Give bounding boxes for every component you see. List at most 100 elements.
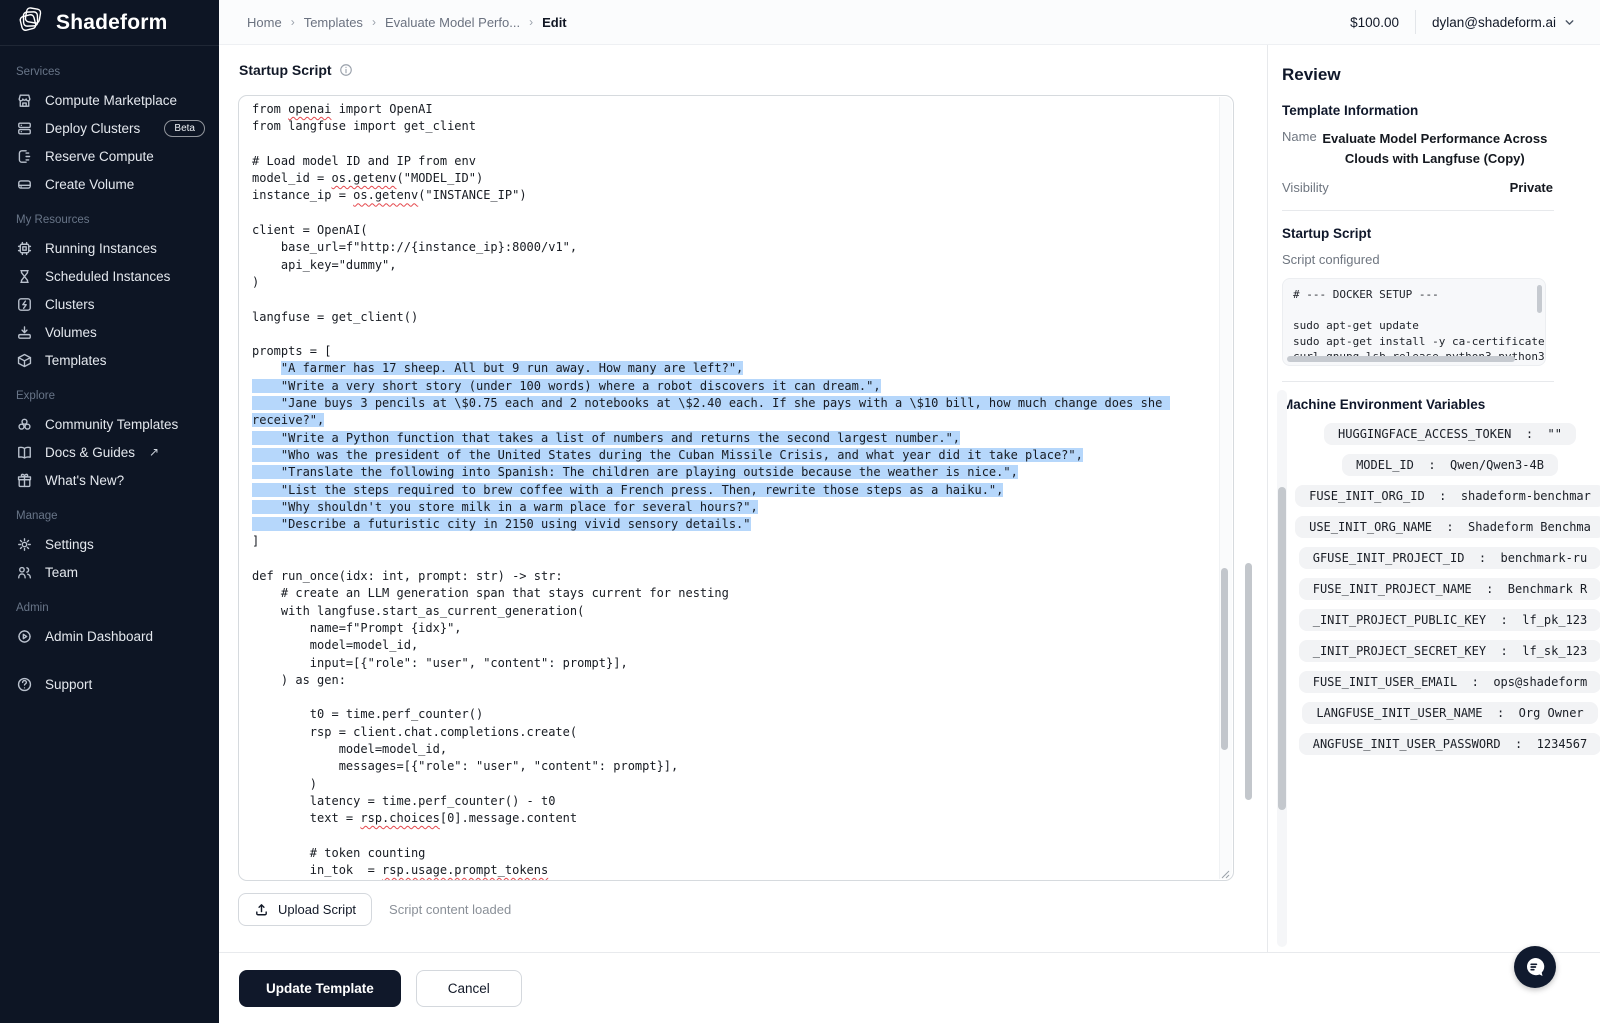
upload-script-button[interactable]: Upload Script [238, 893, 372, 926]
chevron-down-icon [1563, 16, 1576, 29]
sidebar-item-label: Scheduled Instances [45, 269, 170, 284]
code-content: from openai import OpenAI from langfuse … [239, 96, 1220, 881]
misspelled-token: os.getenv [353, 188, 418, 202]
sidebar-item-admin-dashboard[interactable]: Admin Dashboard [0, 622, 219, 650]
env-var-pill: LANGFUSE_INIT_USER_NAME : Org Owner [1302, 702, 1597, 724]
panel-divider [1282, 381, 1554, 382]
sidebar-item-label: Create Volume [45, 177, 134, 192]
sidebar-item-team[interactable]: Team [0, 558, 219, 586]
chat-button[interactable] [1514, 946, 1556, 988]
startup-script-title: Startup Script [239, 62, 353, 78]
team-icon [16, 564, 33, 581]
env-var-pill: _INIT_PROJECT_PUBLIC_KEY : lf_pk_123 [1299, 609, 1600, 631]
visibility-label: Visibility [1282, 180, 1329, 195]
upload-row: Upload Script Script content loaded [238, 893, 511, 926]
sidebar-item-clusters[interactable]: Clusters [0, 290, 219, 318]
sidebar: Shadeform ServicesCompute MarketplaceDep… [0, 0, 219, 1023]
sidebar-item-what-s-new[interactable]: What's New? [0, 466, 219, 494]
breadcrumb-templates[interactable]: Templates [304, 15, 363, 30]
sidebar-item-templates[interactable]: Templates [0, 346, 219, 374]
breadcrumb: Home›Templates›Evaluate Model Perfo...›E… [247, 15, 567, 30]
topbar: Home›Templates›Evaluate Model Perfo...›E… [219, 0, 1600, 45]
sidebar-section-manage: Manage [16, 510, 203, 522]
sidebar-item-settings[interactable]: Settings [0, 530, 219, 558]
template-name-row: Name Evaluate Model Performance Across C… [1282, 129, 1553, 168]
preview-horizontal-scrollbar-thumb[interactable] [1287, 356, 1515, 362]
sidebar-item-community-templates[interactable]: Community Templates [0, 410, 219, 438]
breadcrumb-home[interactable]: Home [247, 15, 282, 30]
sidebar-item-label: Admin Dashboard [45, 629, 153, 644]
panel-scrollbar-thumb[interactable] [1278, 487, 1286, 810]
panel-divider [1282, 210, 1554, 211]
account-balance: $100.00 [1350, 15, 1399, 30]
volume-download-icon [16, 324, 33, 341]
sidebar-item-support[interactable]: Support [0, 670, 219, 698]
review-title: Review [1282, 65, 1553, 85]
sidebar-item-label: Reserve Compute [45, 149, 154, 164]
sidebar-item-label: Support [45, 677, 92, 692]
sidebar-item-scheduled-instances[interactable]: Scheduled Instances [0, 262, 219, 290]
account-menu[interactable]: dylan@shadeform.ai [1432, 15, 1576, 30]
sidebar-section-explore: Explore [16, 390, 203, 402]
env-var-pill: FUSE_INIT_PROJECT_NAME : Benchmark R [1299, 578, 1600, 600]
cube-icon [16, 352, 33, 369]
sidebar-item-label: Volumes [45, 325, 97, 340]
template-name-label: Name [1282, 129, 1317, 168]
startup-script-heading: Startup Script [1282, 226, 1553, 241]
breadcrumb-separator: › [291, 15, 295, 29]
gift-icon [16, 472, 33, 489]
upload-button-label: Upload Script [278, 902, 356, 917]
script-preview-box[interactable]: # --- DOCKER SETUP --- sudo apt-get upda… [1282, 278, 1546, 366]
community-icon [16, 416, 33, 433]
preview-vertical-scrollbar-thumb[interactable] [1537, 285, 1542, 313]
env-var-pill: USE_INIT_ORG_NAME : Shadeform Benchma [1295, 516, 1600, 538]
sidebar-item-label: Deploy Clusters [45, 121, 140, 136]
upload-icon [254, 902, 269, 917]
server-stack-icon [16, 120, 33, 137]
account-email: dylan@shadeform.ai [1432, 15, 1556, 30]
sidebar-item-reserve-compute[interactable]: Reserve Compute [0, 142, 219, 170]
app-window: Shadeform ServicesCompute MarketplaceDep… [0, 0, 1600, 1023]
sidebar-item-label: Settings [45, 537, 94, 552]
env-var-pill: FUSE_INIT_USER_EMAIL : ops@shadeform [1299, 671, 1600, 693]
sidebar-item-running-instances[interactable]: Running Instances [0, 234, 219, 262]
editor-scrollbar-track[interactable] [1219, 97, 1232, 879]
hourglass-icon [16, 268, 33, 285]
update-template-button[interactable]: Update Template [239, 970, 401, 1007]
sidebar-item-label: Docs & Guides [45, 445, 135, 460]
env-var-pill: GFUSE_INIT_PROJECT_ID : benchmark-ru [1299, 547, 1600, 569]
shadeform-logo-icon [16, 5, 46, 40]
info-icon[interactable] [339, 63, 353, 77]
sidebar-item-label: What's New? [45, 473, 124, 488]
sidebar-section-services: Services [16, 66, 203, 78]
env-var-pill: _INIT_PROJECT_SECRET_KEY : lf_sk_123 [1299, 640, 1600, 662]
sidebar-item-label: Clusters [45, 297, 95, 312]
env-var-pill: ANGFUSE_INIT_USER_PASSWORD : 1234567 [1299, 733, 1600, 755]
breadcrumb-separator: › [529, 15, 533, 29]
review-panel: Review Template Information Name Evaluat… [1267, 45, 1600, 952]
page-scrollbar-thumb[interactable] [1245, 563, 1252, 800]
sidebar-item-deploy-clusters[interactable]: Deploy Clusters Beta [0, 114, 219, 142]
script-configured-status: Script configured [1282, 252, 1553, 267]
visibility-row: Visibility Private [1282, 180, 1553, 195]
resize-handle-icon[interactable] [1219, 866, 1230, 877]
sidebar-item-compute-marketplace[interactable]: Compute Marketplace [0, 86, 219, 114]
misspelled-token: rsp.usage.prompt_tokens [382, 863, 548, 877]
panel-scrollbar-track[interactable] [1277, 390, 1287, 947]
breadcrumb-evaluate-model-perfo[interactable]: Evaluate Model Perfo... [385, 15, 520, 30]
sidebar-item-create-volume[interactable]: Create Volume [0, 170, 219, 198]
cancel-button[interactable]: Cancel [416, 970, 522, 1007]
sidebar-item-volumes[interactable]: Volumes [0, 318, 219, 346]
startup-script-editor[interactable]: from openai import OpenAI from langfuse … [238, 95, 1234, 881]
env-vars-heading: Machine Environment Variables [1282, 397, 1553, 412]
beta-badge: Beta [164, 120, 205, 137]
sidebar-item-docs-guides[interactable]: Docs & Guides↗ [0, 438, 219, 466]
env-var-pill: MODEL_ID : Qwen/Qwen3-4B [1342, 454, 1558, 476]
breadcrumb-edit: Edit [542, 15, 567, 30]
brand-logo[interactable]: Shadeform [0, 0, 219, 46]
book-icon [16, 444, 33, 461]
startup-script-label: Startup Script [239, 62, 332, 78]
action-footer: Update Template Cancel [219, 952, 1600, 1023]
help-circle-icon [16, 676, 33, 693]
editor-scrollbar-thumb[interactable] [1221, 568, 1228, 750]
